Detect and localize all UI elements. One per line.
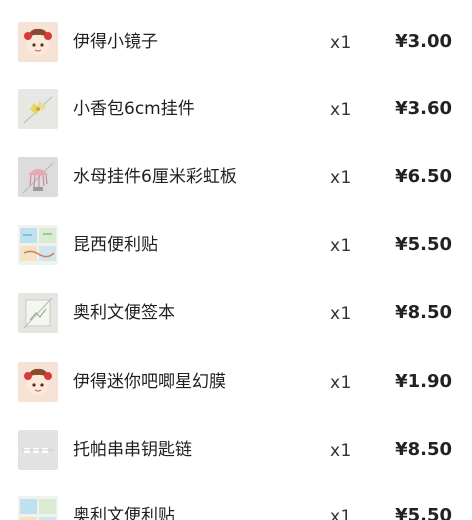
item-price: ¥8.50: [395, 439, 452, 460]
item-price: ¥5.50: [395, 234, 452, 255]
item-price: ¥3.60: [395, 98, 452, 119]
sticky-notes-thumbnail[interactable]: [18, 225, 58, 265]
item-name: 伊得迷你吧唧星幻膜: [73, 372, 226, 392]
item-price: ¥6.50: [395, 166, 452, 187]
item-name: 小香包6cm挂件: [73, 99, 195, 119]
order-item-row[interactable]: 托帕串串钥匙链 x1 ¥8.50: [0, 422, 472, 478]
item-quantity: x1: [330, 33, 352, 53]
order-item-row[interactable]: 伊得迷你吧唧星幻膜 x1 ¥1.90: [0, 354, 472, 410]
item-price: ¥1.90: [395, 371, 452, 392]
item-quantity: x1: [330, 304, 352, 324]
item-quantity: x1: [330, 373, 352, 393]
item-price: ¥8.50: [395, 302, 452, 323]
item-name: 昆西便利贴: [73, 235, 158, 255]
jellyfish-pendant-thumbnail[interactable]: [18, 157, 58, 197]
order-item-row[interactable]: 伊得小镜子 x1 ¥3.00: [0, 14, 472, 70]
item-quantity: x1: [330, 441, 352, 461]
item-quantity: x1: [330, 168, 352, 188]
sachet-pendant-thumbnail[interactable]: [18, 89, 58, 129]
order-item-list: 伊得小镜子 x1 ¥3.00 小香包6cm挂件 x1 ¥3.60 水母挂件6厘米…: [0, 0, 472, 520]
anime-character-thumbnail[interactable]: [18, 22, 58, 62]
item-name: 奥利文便利贴: [73, 506, 175, 520]
item-quantity: x1: [330, 507, 352, 520]
order-item-row[interactable]: 奥利文便签本 x1 ¥8.50: [0, 285, 472, 341]
item-price: ¥5.50: [395, 505, 452, 520]
notepad-thumbnail[interactable]: [18, 293, 58, 333]
item-quantity: x1: [330, 236, 352, 256]
item-name: 水母挂件6厘米彩虹板: [73, 167, 237, 187]
keychain-thumbnail[interactable]: [18, 430, 58, 470]
sticky-notes-thumbnail[interactable]: [18, 496, 58, 520]
order-item-row[interactable]: 奥利文便利贴 x1 ¥5.50: [0, 488, 472, 520]
order-item-row[interactable]: 水母挂件6厘米彩虹板 x1 ¥6.50: [0, 149, 472, 205]
order-item-row[interactable]: 小香包6cm挂件 x1 ¥3.60: [0, 81, 472, 137]
item-quantity: x1: [330, 100, 352, 120]
item-name: 托帕串串钥匙链: [73, 440, 192, 460]
item-name: 伊得小镜子: [73, 32, 158, 52]
item-name: 奥利文便签本: [73, 303, 175, 323]
order-item-row[interactable]: 昆西便利贴 x1 ¥5.50: [0, 217, 472, 273]
item-price: ¥3.00: [395, 31, 452, 52]
anime-character-thumbnail[interactable]: [18, 362, 58, 402]
